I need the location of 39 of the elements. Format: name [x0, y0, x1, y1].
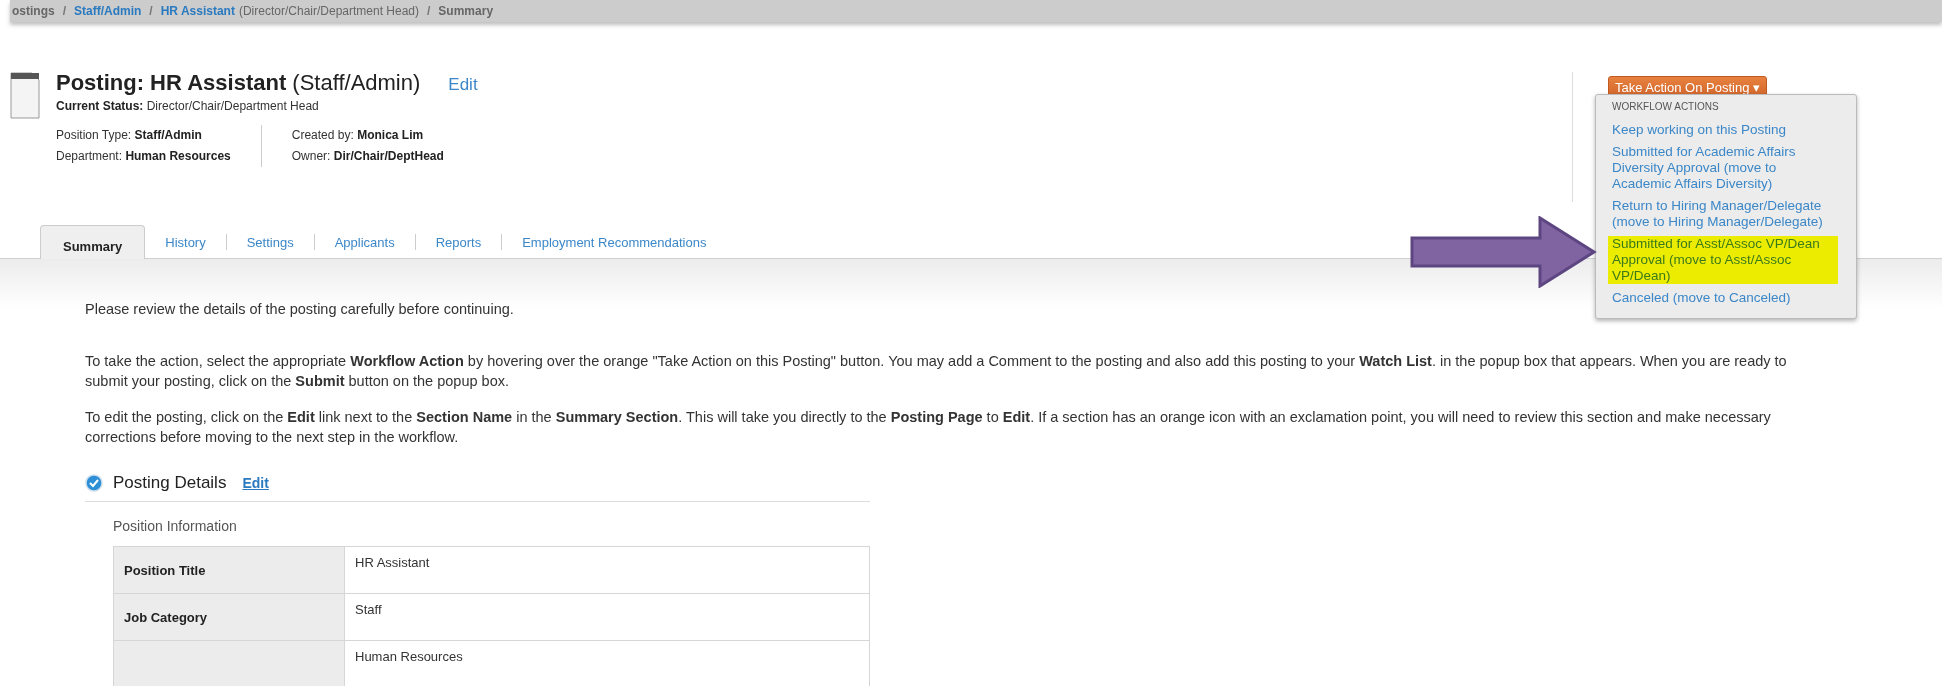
subsection-heading: Position Information	[113, 518, 238, 534]
meta-field: Position Type: Staff/Admin	[56, 125, 231, 146]
tab[interactable]: Settings	[226, 226, 314, 258]
breadcrumb-separator: /	[427, 4, 431, 18]
tab[interactable]: Employment Recommendations	[502, 226, 727, 258]
breadcrumb-link[interactable]: HR Assistant	[160, 4, 235, 18]
breadcrumb-separator: /	[149, 4, 153, 18]
menu-item[interactable]: Canceled (move to Canceled)	[1612, 290, 1838, 306]
breadcrumb-item: ostings	[12, 4, 55, 18]
tab[interactable]: Summary	[40, 225, 146, 259]
menu-item[interactable]: Return to Hiring Manager/Delegate (move to Hiring Manager/Delegate)	[1612, 198, 1838, 230]
meta-field: Created by: Monica Lim	[291, 125, 444, 146]
tab[interactable]: Applicants	[314, 226, 415, 258]
breadcrumb-item: Summary	[438, 4, 494, 18]
posting-title: Posting: HR Assistant (Staff/Admin)	[56, 70, 421, 96]
menu-heading: WORKFLOW ACTIONS	[1612, 101, 1720, 112]
section-title: Posting Details	[113, 473, 227, 493]
breadcrumb-note: (Director/Chair/Department Head)	[238, 4, 419, 18]
edit-link[interactable]: Edit	[242, 475, 269, 491]
breadcrumb-link[interactable]: Staff/Admin	[74, 4, 142, 18]
field-label: Position Title	[113, 546, 345, 594]
menu-item[interactable]: Keep working on this Posting	[1612, 122, 1838, 138]
intro-text: Please review the details of the posting carefully before continuing.	[85, 300, 514, 319]
meta-field: Owner: Dir/Chair/DeptHead	[291, 146, 444, 167]
edit-link[interactable]: Edit	[448, 75, 478, 95]
field-label: Job Category	[113, 593, 345, 641]
menu-item[interactable]: Submitted for Asst/Assoc VP/Dean Approval (move to Asst/Assoc VP/Dean)	[1608, 236, 1838, 284]
tab[interactable]: Reports	[415, 226, 502, 258]
arrow-icon	[1410, 216, 1598, 288]
tab[interactable]: History	[145, 226, 226, 258]
document-icon	[10, 72, 40, 120]
instruction-text: To edit the posting, click on the Edit link next to the Section Name in the Summary Section. This will take you directly to the Posting Page to Edit. If a section has an orange icon with an exclamation point, you will need to review this section and make necessary corrections before moving to the next step in the workflow.	[85, 408, 1772, 447]
field-value: HR Assistant	[344, 546, 870, 594]
current-status: Current Status: Director/Chair/Department Head	[56, 99, 320, 113]
field-value: Staff	[344, 593, 870, 641]
instruction-text: To take the action, select the appropriate Workflow Action by hovering over the orange "Take Action on this Posting" button. You may add a Comment to the posting and also add this posting to your Watch List. in the popup box that appears. When you are ready to submit your posting, click on the Submit button on the popup box.	[85, 352, 1788, 391]
meta-field: Department: Human Resources	[56, 146, 231, 167]
breadcrumb-separator: /	[62, 4, 66, 18]
menu-item[interactable]: Submitted for Academic Affairs Diversity Approval (move to Academic Affairs Diversity)	[1612, 144, 1838, 192]
